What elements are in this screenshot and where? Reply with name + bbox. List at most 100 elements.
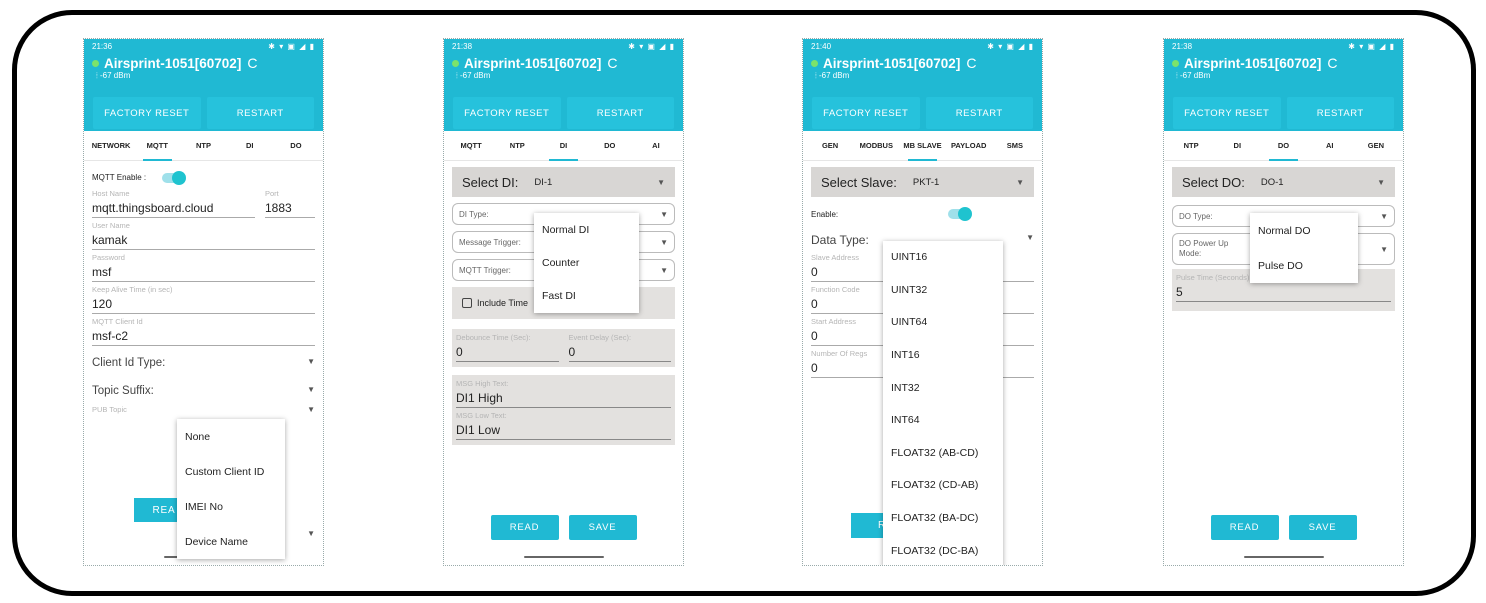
menu-item-imei-no[interactable]: IMEI No [177, 489, 285, 524]
menu-item-pulse-do[interactable]: Pulse DO [1250, 248, 1358, 283]
chevron-down-icon[interactable]: ▼ [1026, 233, 1034, 247]
msg-high-input[interactable]: DI1 High [456, 390, 671, 408]
port-input[interactable]: 1883 [265, 200, 315, 218]
menu-item-float32-cd-ab[interactable]: FLOAT32 (CD-AB) [883, 469, 1003, 502]
tab-ntp[interactable]: NTP [494, 131, 540, 161]
select-di-dropdown[interactable]: Select DI: DI-1 ▼ [452, 167, 675, 197]
factory-reset-button[interactable]: FACTORY RESET [812, 97, 920, 129]
client-id-input[interactable]: msf-c2 [92, 328, 315, 346]
tab-ntp[interactable]: NTP [180, 131, 226, 161]
menu-item-none[interactable]: None [177, 419, 285, 454]
menu-item-custom-client-id[interactable]: Custom Client ID [177, 454, 285, 489]
tab-gen[interactable]: GEN [807, 131, 853, 161]
menu-item-int64[interactable]: INT64 [883, 404, 1003, 437]
msg-low-label: MSG Low Text: [456, 411, 507, 420]
refresh-icon[interactable]: C [1327, 55, 1337, 71]
device-name: Airsprint-1051[60702] [1184, 55, 1322, 71]
menu-item-fast-di[interactable]: Fast DI [534, 279, 639, 312]
di-type-menu: Normal DI Counter Fast DI [534, 213, 639, 313]
host-name-label: Host Name [92, 189, 130, 198]
factory-reset-button[interactable]: FACTORY RESET [1173, 97, 1281, 129]
event-delay-input[interactable]: 0 [568, 344, 671, 362]
tab-do[interactable]: DO [273, 131, 319, 161]
user-name-input[interactable]: kamak [92, 232, 315, 250]
menu-item-float32-dc-ba[interactable]: FLOAT32 (DC-BA) [883, 534, 1003, 565]
keep-alive-input[interactable]: 120 [92, 296, 315, 314]
menu-item-normal-di[interactable]: Normal DI [534, 213, 639, 246]
refresh-icon[interactable]: C [607, 55, 617, 71]
read-button[interactable]: READ [1210, 515, 1279, 540]
restart-button[interactable]: RESTART [925, 97, 1033, 129]
save-button[interactable]: SAVE [568, 515, 637, 540]
read-button[interactable]: READ [490, 515, 559, 540]
select-slave-value: PKT-1 [912, 176, 940, 188]
chevron-down-icon: ▼ [660, 209, 668, 219]
include-time-checkbox[interactable] [462, 298, 472, 308]
device-name: Airsprint-1051[60702] [823, 55, 961, 71]
clock: 21:36 [92, 42, 113, 51]
chevron-down-icon: ▼ [660, 265, 668, 275]
menu-item-int16[interactable]: INT16 [883, 339, 1003, 372]
host-name-input[interactable]: mqtt.thingsboard.cloud [92, 200, 255, 218]
restart-button[interactable]: RESTART [566, 97, 674, 129]
menu-item-float32-ba-dc[interactable]: FLOAT32 (BA-DC) [883, 502, 1003, 535]
chevron-down-icon[interactable]: ▼ [307, 357, 315, 369]
restart-button[interactable]: RESTART [206, 97, 314, 129]
chevron-down-icon[interactable]: ▼ [307, 405, 315, 416]
menu-item-float32-ab-cd[interactable]: FLOAT32 (AB-CD) [883, 437, 1003, 470]
tab-mqtt[interactable]: MQTT [134, 131, 180, 161]
phone-screen-di: 21:38 ✱ ▾ ▣ ◢ ▮ Airsprint-1051[60702] C … [443, 38, 684, 566]
gesture-bar [523, 556, 604, 558]
select-di-label: Select DI: [462, 174, 519, 190]
save-button[interactable]: SAVE [1288, 515, 1357, 540]
tab-ntp[interactable]: NTP [1168, 131, 1214, 161]
menu-item-int32[interactable]: INT32 [883, 371, 1003, 404]
status-icons: ✱ ▾ ▣ ◢ ▮ [628, 42, 675, 51]
tab-di[interactable]: DI [540, 131, 586, 161]
tab-network[interactable]: NETWORK [88, 131, 134, 161]
refresh-icon[interactable]: C [966, 55, 976, 71]
tab-payload[interactable]: PAYLOAD [946, 131, 992, 161]
debounce-time-input[interactable]: 0 [456, 344, 559, 362]
chevron-down-icon: ▼ [657, 177, 665, 187]
factory-reset-button[interactable]: FACTORY RESET [93, 97, 201, 129]
tab-do[interactable]: DO [587, 131, 633, 161]
mqtt-enable-toggle[interactable] [162, 171, 187, 185]
status-bar: 21:40 ✱ ▾ ▣ ◢ ▮ [803, 39, 1042, 53]
select-do-dropdown[interactable]: Select DO: DO-1 ▼ [1172, 167, 1395, 197]
msg-low-input[interactable]: DI1 Low [456, 422, 671, 440]
tab-modbus[interactable]: MODBUS [853, 131, 899, 161]
port-label: Port [265, 189, 279, 198]
refresh-icon[interactable]: C [247, 55, 257, 71]
chevron-down-icon[interactable]: ▼ [307, 385, 315, 397]
menu-item-uint16[interactable]: UINT16 [883, 241, 1003, 274]
enable-toggle[interactable] [948, 207, 973, 221]
menu-item-uint32[interactable]: UINT32 [883, 274, 1003, 307]
menu-item-counter[interactable]: Counter [534, 246, 639, 279]
tab-gen[interactable]: GEN [1353, 131, 1399, 161]
password-input[interactable]: msf [92, 264, 315, 282]
tab-mqtt[interactable]: MQTT [448, 131, 494, 161]
menu-item-normal-do[interactable]: Normal DO [1250, 213, 1358, 248]
select-di-value: DI-1 [534, 176, 553, 188]
tab-ai[interactable]: AI [633, 131, 679, 161]
factory-reset-button[interactable]: FACTORY RESET [453, 97, 561, 129]
phone-screen-do: 21:38 ✱ ▾ ▣ ◢ ▮ Airsprint-1051[60702] C … [1163, 38, 1404, 566]
tab-mb-slave[interactable]: MB SLAVE [899, 131, 945, 161]
restart-button[interactable]: RESTART [1286, 97, 1394, 129]
chevron-down-icon[interactable]: ▼ [307, 529, 315, 538]
tab-di[interactable]: DI [227, 131, 273, 161]
tab-di[interactable]: DI [1214, 131, 1260, 161]
tab-sms[interactable]: SMS [992, 131, 1038, 161]
tab-ai[interactable]: AI [1307, 131, 1353, 161]
status-icons: ✱ ▾ ▣ ◢ ▮ [268, 42, 315, 51]
pulse-time-input[interactable]: 5 [1176, 284, 1391, 302]
signal-strength: -67 dBm [819, 71, 850, 80]
menu-item-uint64[interactable]: UINT64 [883, 306, 1003, 339]
select-slave-dropdown[interactable]: Select Slave: PKT-1 ▼ [811, 167, 1034, 197]
menu-item-device-name[interactable]: Device Name [177, 524, 285, 559]
tab-do[interactable]: DO [1260, 131, 1306, 161]
client-id-type-menu: None Custom Client ID IMEI No Device Nam… [177, 419, 285, 559]
device-name: Airsprint-1051[60702] [104, 55, 242, 71]
tab-bar: NTP DI DO AI GEN [1164, 131, 1403, 161]
